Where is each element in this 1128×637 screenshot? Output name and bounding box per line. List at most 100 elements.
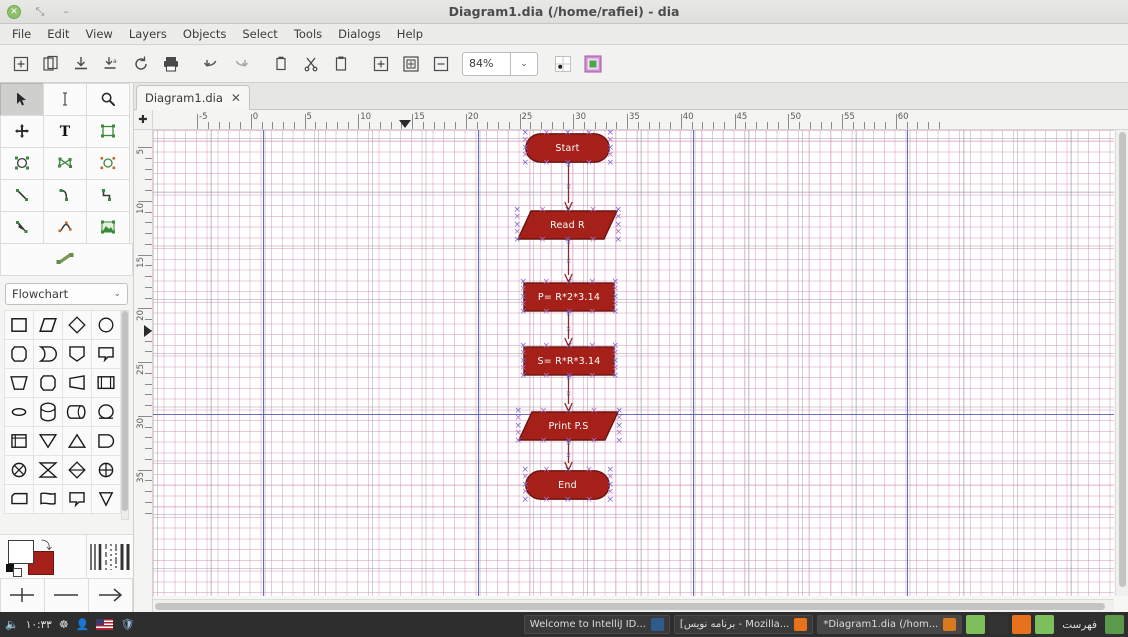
zoom-combobox[interactable]: 84% ⌄: [462, 52, 538, 76]
ruler-origin-marker[interactable]: ✚: [134, 110, 153, 130]
line-tool-button[interactable]: [0, 179, 44, 212]
shape-connector[interactable]: [91, 310, 121, 340]
node-print-connection-point[interactable]: ×: [540, 438, 547, 445]
canvas-vertical-scrollbar[interactable]: [1115, 130, 1128, 596]
arc-tool-button[interactable]: [43, 179, 87, 212]
shape-delay[interactable]: [33, 339, 63, 369]
shape-preparation[interactable]: [4, 339, 34, 369]
node-read-r-connection-point[interactable]: ×: [539, 237, 546, 244]
node-print-connection-point[interactable]: ×: [590, 438, 597, 445]
node-read-r-connection-point[interactable]: ×: [514, 214, 521, 221]
text-tool-button[interactable]: T: [43, 115, 87, 148]
menu-file[interactable]: File: [4, 25, 39, 44]
node-start-connection-point[interactable]: ×: [585, 160, 592, 167]
node-start-resize-handle[interactable]: ×: [522, 160, 529, 167]
scrollbar-thumb[interactable]: [155, 603, 1105, 610]
menu-tools[interactable]: Tools: [286, 25, 330, 44]
new-diagram-button[interactable]: [6, 49, 36, 79]
shape-terminal[interactable]: [91, 426, 121, 456]
revert-diagram-button[interactable]: [126, 49, 156, 79]
conn-perim-area[interactable]: ××: [563, 312, 574, 346]
node-start-resize-handle[interactable]: ×: [607, 160, 614, 167]
zoom-in-button[interactable]: [366, 49, 396, 79]
maximize-window-icon[interactable]: ⤡: [33, 5, 47, 19]
copy-object-button[interactable]: [266, 49, 296, 79]
line-style-preview[interactable]: [87, 535, 133, 578]
zigzagline-tool-button[interactable]: [86, 179, 130, 212]
node-print-resize-handle[interactable]: ×: [616, 438, 623, 445]
shape-predefined-process[interactable]: [91, 368, 121, 398]
shape-or[interactable]: [62, 455, 92, 485]
diagram-canvas[interactable]: Start××××××××××××××××Read R×××××××××××××…: [153, 130, 1114, 596]
swap-colors-icon[interactable]: ⤵: [41, 537, 52, 553]
scrollbar-thumb[interactable]: [1119, 132, 1126, 587]
node-perim-resize-handle[interactable]: ×: [612, 309, 619, 316]
node-perim-connection-point[interactable]: ×: [589, 309, 596, 316]
node-end-connection-point[interactable]: ×: [543, 497, 550, 504]
modify-tool-button[interactable]: [0, 83, 44, 116]
node-area-connection-point[interactable]: ×: [543, 343, 550, 350]
shape-decision[interactable]: [62, 310, 92, 340]
node-start-connection-point[interactable]: ×: [522, 137, 529, 144]
menu-view[interactable]: View: [78, 25, 121, 44]
node-print-connection-point[interactable]: ×: [515, 430, 522, 437]
nav-quadrant-button[interactable]: [548, 49, 578, 79]
node-perim-connection-point[interactable]: ×: [612, 301, 619, 308]
node-start-connection-point[interactable]: ×: [522, 152, 529, 159]
save-diagram-button[interactable]: [66, 49, 96, 79]
shape-display[interactable]: [33, 484, 63, 514]
shape-note[interactable]: [62, 484, 92, 514]
shield-icon[interactable]: 🛡: [120, 618, 134, 631]
close-window-icon[interactable]: ✕: [7, 5, 21, 19]
canvas-horizontal-scrollbar[interactable]: [153, 599, 1114, 612]
node-area-connection-point[interactable]: ×: [520, 350, 527, 357]
save-as-diagram-button[interactable]: a: [96, 49, 126, 79]
node-start-connection-point[interactable]: ×: [607, 152, 614, 159]
node-read-r[interactable]: Read R××××××××××××××××: [517, 210, 618, 240]
scroll-tool-button[interactable]: [0, 115, 44, 148]
polygon-tool-button[interactable]: [43, 147, 87, 180]
shape-offline-storage[interactable]: [33, 368, 63, 398]
volume-icon[interactable]: 🔈: [5, 618, 19, 631]
node-area[interactable]: S= R*R*3.14××××××××××××××××: [523, 346, 615, 376]
node-area-resize-handle[interactable]: ×: [612, 373, 619, 380]
shape-summing-junction[interactable]: [91, 455, 121, 485]
beziergon-tool-button[interactable]: [86, 147, 130, 180]
node-area-connection-point[interactable]: ×: [612, 350, 619, 357]
green-launcher[interactable]: [1035, 615, 1054, 634]
node-end[interactable]: End××××××××××××××××: [525, 470, 610, 500]
terminal-launcher[interactable]: [989, 615, 1008, 634]
shape-merge[interactable]: [62, 426, 92, 456]
node-print-connection-point[interactable]: ×: [540, 408, 547, 415]
conn-area-print[interactable]: ××: [563, 376, 574, 411]
node-end-connection-point[interactable]: ×: [585, 467, 592, 474]
zoom-fit-button[interactable]: [396, 49, 426, 79]
shape-internal-storage[interactable]: [4, 426, 34, 456]
node-start-connection-point[interactable]: ×: [543, 160, 550, 167]
vertical-ruler[interactable]: 5101520253035: [134, 130, 153, 612]
outline-tool-button[interactable]: [0, 243, 133, 276]
node-read-r-resize-handle[interactable]: ×: [615, 237, 622, 244]
node-area-connection-point[interactable]: ×: [589, 343, 596, 350]
start-menu-label[interactable]: فهرست: [1058, 619, 1101, 631]
node-start-resize-handle[interactable]: ×: [564, 130, 571, 137]
node-end-connection-point[interactable]: ×: [522, 474, 529, 481]
undo-button[interactable]: [196, 49, 226, 79]
shape-scrollbar-thumb[interactable]: [122, 311, 128, 511]
node-area-resize-handle[interactable]: ×: [520, 373, 527, 380]
node-end-connection-point[interactable]: ×: [607, 489, 614, 496]
node-area-connection-point[interactable]: ×: [612, 365, 619, 372]
chevron-down-icon[interactable]: ⌄: [510, 52, 538, 76]
node-area-connection-point[interactable]: ×: [543, 373, 550, 380]
close-icon[interactable]: ✕: [231, 93, 241, 103]
shape-punched-tape[interactable]: [62, 339, 92, 369]
node-perim[interactable]: P= R*2*3.14××××××××××××××××: [523, 282, 615, 312]
node-perim-connection-point[interactable]: ×: [612, 286, 619, 293]
network-icon[interactable]: ☸: [59, 618, 69, 631]
node-perim-connection-point[interactable]: ×: [543, 279, 550, 286]
node-print-connection-point[interactable]: ×: [590, 408, 597, 415]
node-area-connection-point[interactable]: ×: [589, 373, 596, 380]
shape-scrollbar[interactable]: [121, 310, 129, 520]
firefox-launcher[interactable]: [1012, 615, 1031, 634]
node-end-resize-handle[interactable]: ×: [607, 497, 614, 504]
